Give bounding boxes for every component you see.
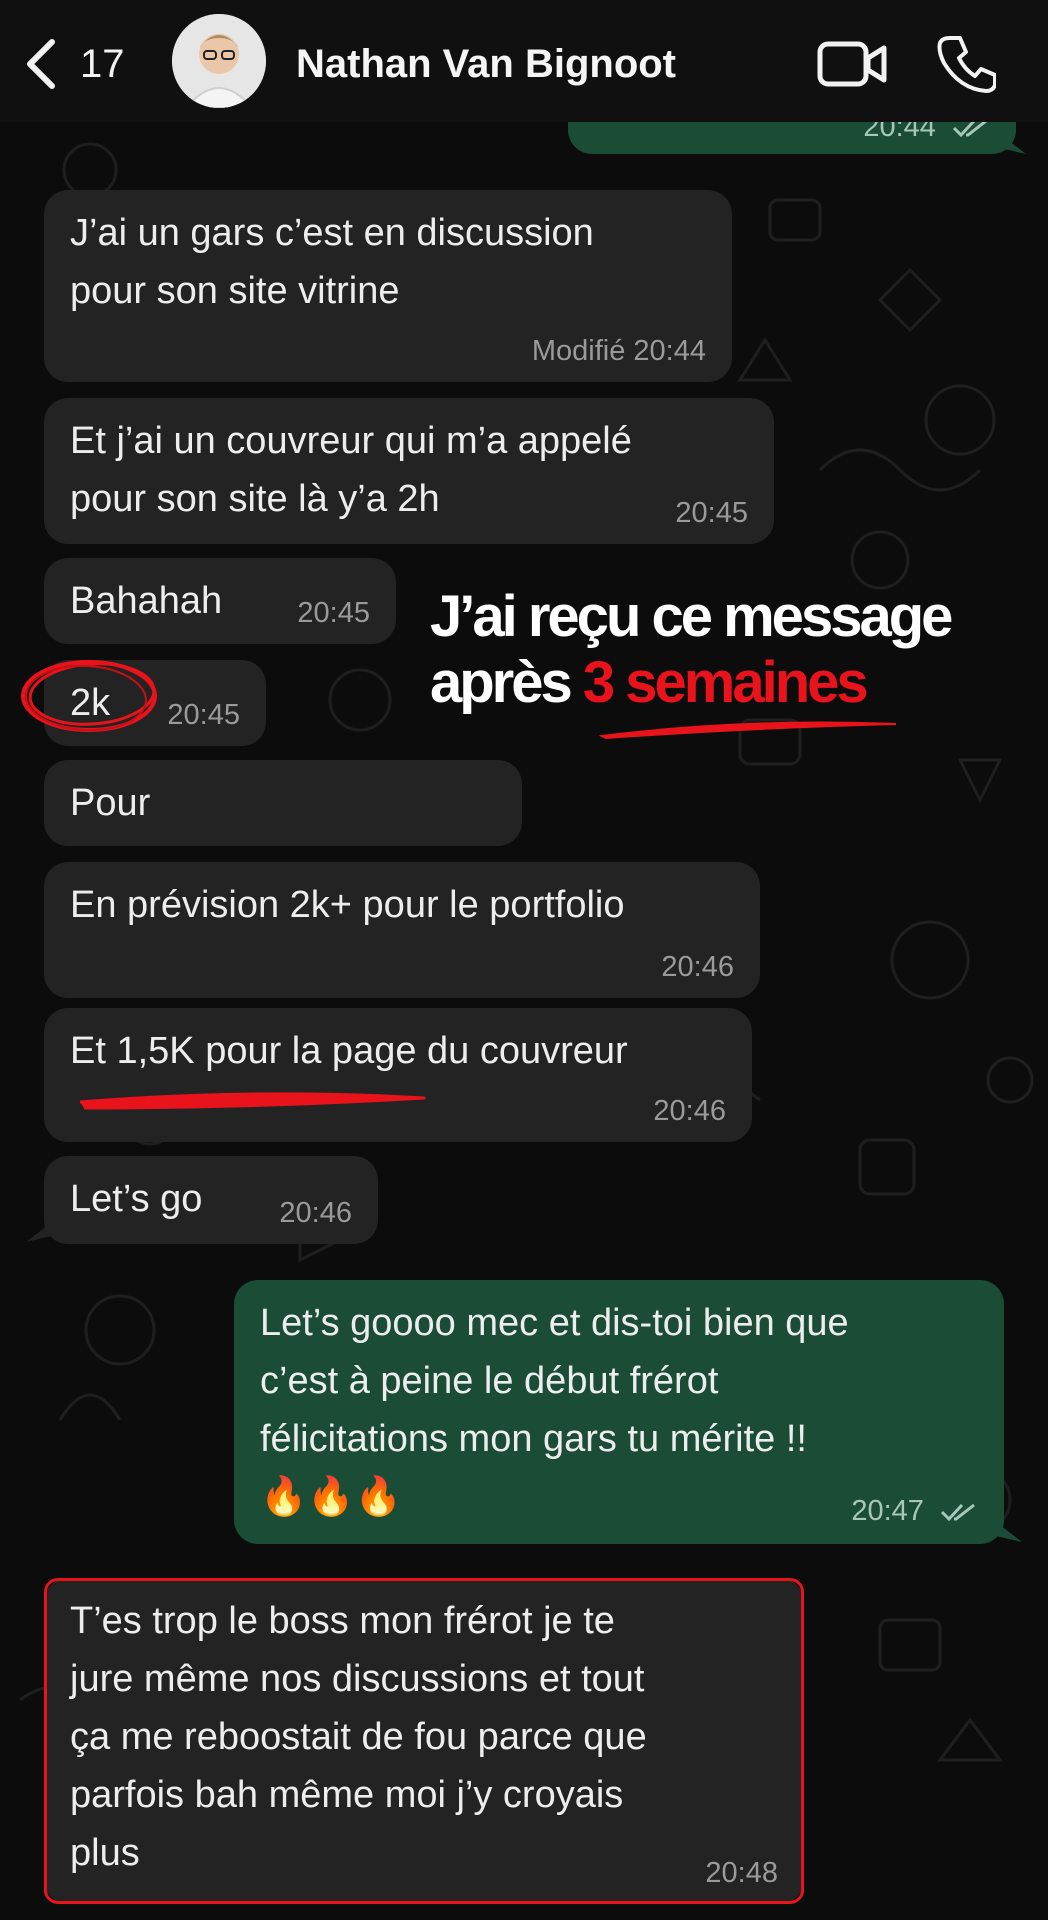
bubble-tail xyxy=(996,1522,1022,1542)
message-meta: 20:47 xyxy=(851,1494,978,1528)
message-bubble[interactable]: Let’s go 20:46 xyxy=(44,1156,378,1244)
unread-count[interactable]: 17 xyxy=(80,36,125,92)
overlay-line-2: après 3 semaines xyxy=(430,650,950,716)
message-text: J’ai un gars c’est en discussion pour so… xyxy=(70,212,594,312)
overlay-caption: J’ai reçu ce message après 3 semaines xyxy=(430,584,953,716)
message-time: 20:46 xyxy=(653,1095,726,1127)
phone-icon[interactable] xyxy=(936,32,996,94)
chat-header: 17 Nathan Van Bignoot xyxy=(0,0,1048,122)
chevron-left-icon[interactable] xyxy=(20,36,60,92)
highlight-rectangle xyxy=(44,1578,804,1904)
message-text: Let’s go xyxy=(70,1178,203,1220)
bubble-tail xyxy=(26,1222,52,1242)
message-text: Et j’ai un couvreur qui m’a appelé pour … xyxy=(70,420,632,520)
contact-name[interactable]: Nathan Van Bignoot xyxy=(296,36,676,92)
message-time: 20:45 xyxy=(675,497,748,529)
message-text: Let’s goooo mec et dis-toi bien que c’es… xyxy=(260,1302,849,1518)
double-check-icon xyxy=(940,1504,975,1522)
message-bubble[interactable]: Et 1,5K pour la page du couvreur 20:46 xyxy=(44,1008,752,1142)
message-time: 20:46 xyxy=(279,1197,352,1229)
message-meta: Modifié 20:44 xyxy=(532,334,706,368)
overlay-prefix: après xyxy=(430,650,583,715)
overlay-highlight: 3 semaines xyxy=(582,650,869,715)
edited-label: Modifié xyxy=(531,335,626,367)
message-text: Pour xyxy=(70,782,151,824)
message-time: 20:46 xyxy=(661,951,734,983)
message-time: 20:45 xyxy=(297,597,370,629)
message-bubble[interactable]: Pour xyxy=(44,760,522,846)
message-text: Bahahah xyxy=(70,580,223,622)
avatar-image xyxy=(172,14,266,108)
message-time: 20:44 xyxy=(633,335,706,367)
message-bubble[interactable]: Bahahah 20:45 xyxy=(44,558,396,644)
message-bubble[interactable]: Et j’ai un couvreur qui m’a appelé pour … xyxy=(44,398,774,544)
message-time: 20:45 xyxy=(167,699,240,731)
message-text: En prévision 2k+ pour le portfolio xyxy=(70,884,625,926)
contact-avatar[interactable] xyxy=(172,14,266,108)
message-time: 20:47 xyxy=(851,1495,924,1527)
message-bubble[interactable]: 2k 20:45 xyxy=(44,660,266,746)
message-bubble[interactable]: En prévision 2k+ pour le portfolio 20:46 xyxy=(44,862,760,998)
overlay-line-1: J’ai reçu ce message xyxy=(430,584,953,649)
video-camera-icon[interactable] xyxy=(816,38,888,90)
message-bubble[interactable]: J’ai un gars c’est en discussion pour so… xyxy=(44,190,732,382)
message-text: 2k xyxy=(70,682,111,724)
message-bubble-outgoing[interactable]: Let’s goooo mec et dis-toi bien que c’es… xyxy=(234,1280,1004,1544)
message-text: Et 1,5K pour la page du couvreur xyxy=(70,1030,628,1072)
bubble-tail xyxy=(1000,134,1026,154)
